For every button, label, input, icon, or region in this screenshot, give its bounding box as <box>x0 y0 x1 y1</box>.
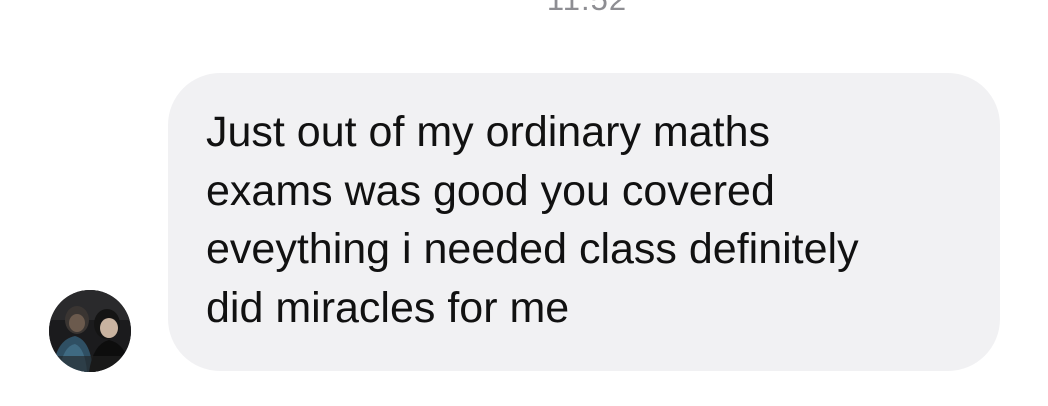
profile-photo-icon <box>49 290 131 372</box>
message-text-line: Just out of my ordinary maths <box>206 108 770 156</box>
message-text-line: exams was good you covered <box>206 166 775 215</box>
message-timestamp: 11:52 <box>0 0 1048 18</box>
message-bubble[interactable]: Just out of my ordinary maths exams was … <box>168 73 1000 371</box>
message-text-line: eveything i needed class definitely <box>206 225 859 273</box>
message-text-line: did miracles for me <box>206 283 570 332</box>
sender-avatar[interactable] <box>49 290 131 372</box>
